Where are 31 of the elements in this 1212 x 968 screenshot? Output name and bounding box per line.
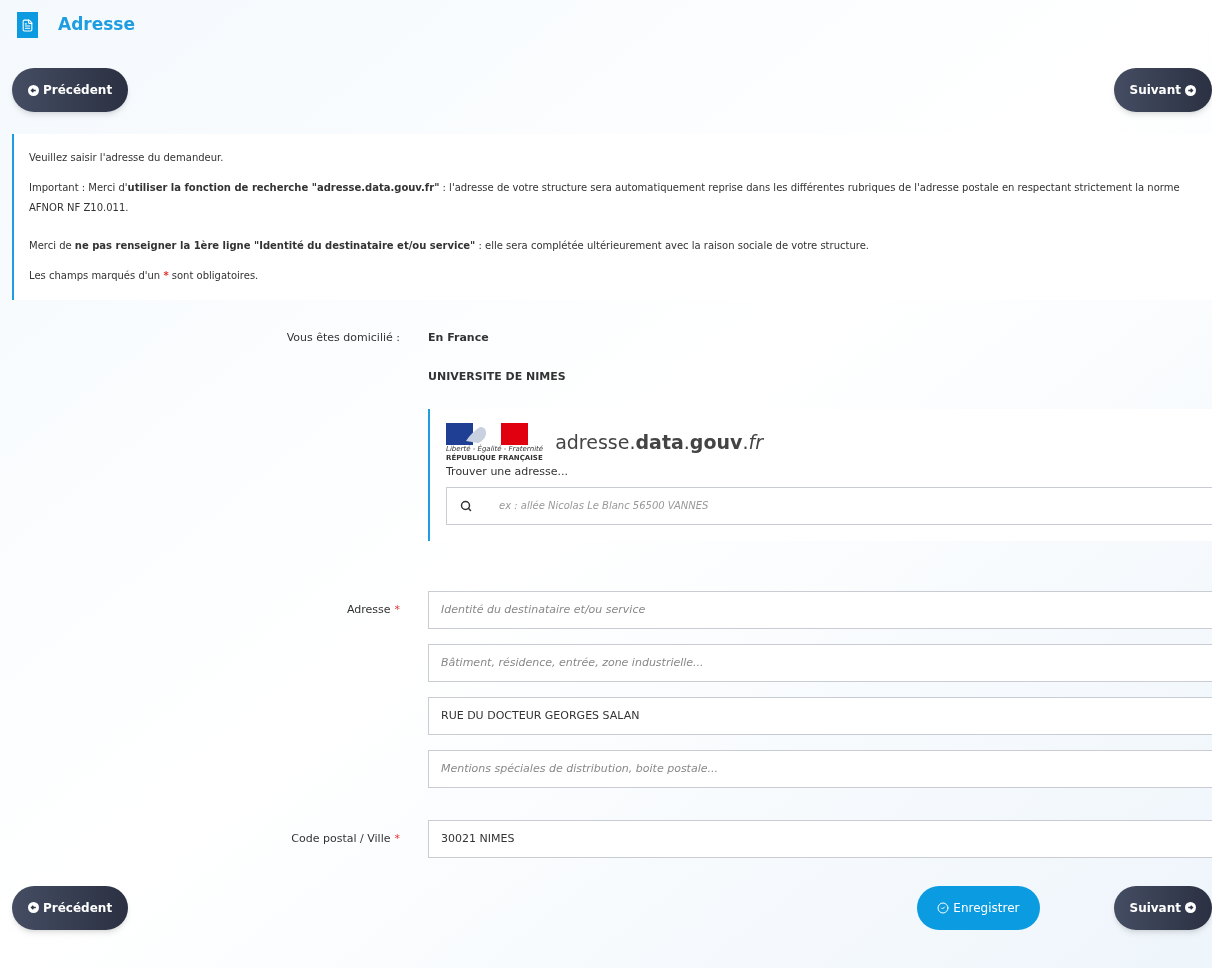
organisation-name: UNIVERSITE DE NIMES: [428, 368, 567, 385]
document-icon: [17, 12, 38, 38]
next-button[interactable]: Suivant: [1113, 68, 1212, 112]
left-arrow-circle-icon: [28, 84, 39, 96]
field-value: En France: [428, 330, 490, 346]
input-field[interactable]: 30021 NIMES: [428, 819, 1212, 858]
next-button[interactable]: Suivant: [1113, 885, 1212, 930]
input-field[interactable]: Bâtiment, résidence, entrée, zone industrielle...: [428, 643, 1212, 682]
info-paragraph: Veuillez saisir l'adresse du demandeur.: [29, 151, 225, 165]
input-field[interactable]: Mentions spéciales de distribution, boite postale...: [428, 749, 1212, 788]
required-asterisk: *: [394, 831, 400, 845]
previous-button[interactable]: Précédent: [12, 885, 129, 930]
input-field[interactable]: RUE DU DOCTEUR GEORGES SALAN: [428, 696, 1212, 735]
previous-button[interactable]: Précédent: [12, 68, 129, 112]
field-label: Vous êtes domicilié :: [285, 330, 400, 346]
required-asterisk: *: [394, 602, 400, 616]
info-paragraph: Important : Merci d'utiliser la fonction de recherche "adresse.data.gouv.fr" : l'adresse de votre structure sera automatiquement reprise dans les différentes rubriques de l'adresse postale en respectant strictement la norme AFNOR NF Z10.011.: [29, 181, 1181, 215]
brand-name: adresse.data.gouv.fr: [555, 430, 763, 456]
check-circle-icon: [937, 901, 950, 914]
left-arrow-circle-icon: [28, 902, 39, 913]
search-icon: [460, 499, 472, 512]
page-title: Adresse: [58, 13, 135, 37]
info-paragraph: Merci de ne pas renseigner la 1ère ligne "Identité du destinataire et/ou service" : elle sera complétée ultérieurement avec la raison sociale de votre structure.: [29, 239, 870, 253]
field-label: Adresse *: [345, 601, 400, 618]
address-search-field[interactable]: ex : allée Nicolas Le Blanc 56500 VANNES: [446, 486, 1212, 525]
right-arrow-circle-icon: [1185, 902, 1196, 913]
field-label: Code postal / Ville *: [290, 830, 400, 847]
search-prompt: Trouver une adresse...: [446, 464, 570, 480]
info-paragraph: Les champs marqués d'un * sont obligatoires.: [29, 269, 260, 283]
input-field[interactable]: Identité du destinataire et/ou service: [428, 590, 1212, 629]
right-arrow-circle-icon: [1185, 84, 1196, 96]
